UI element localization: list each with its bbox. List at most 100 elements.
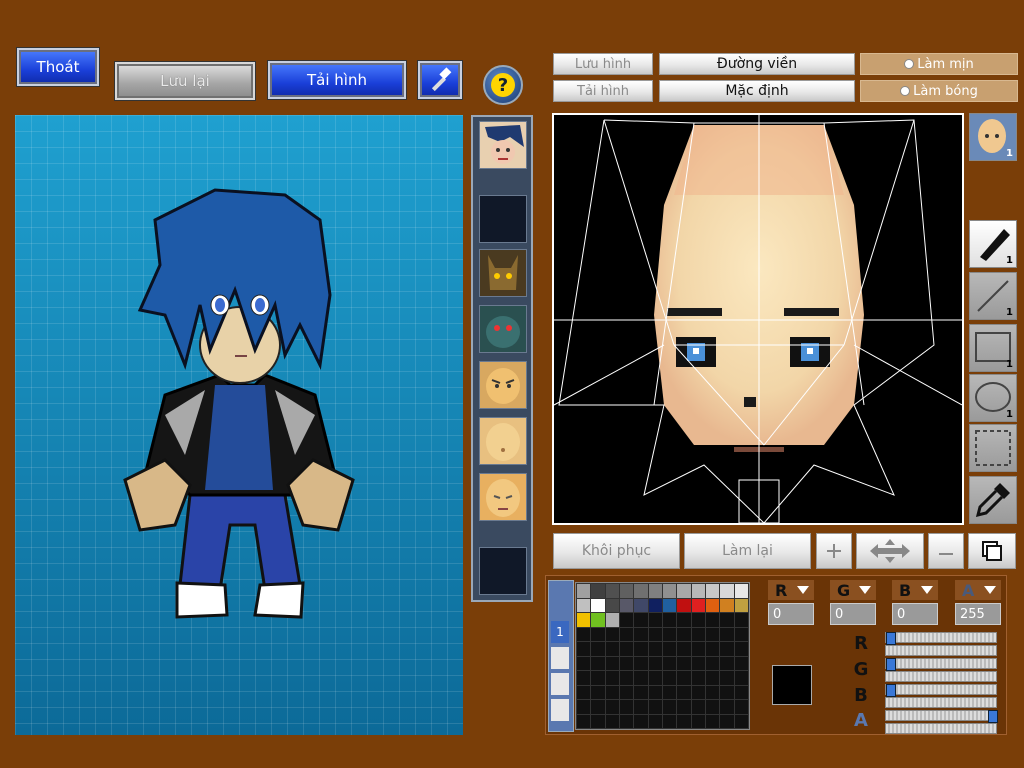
palette-color-cell[interactable] bbox=[647, 597, 664, 613]
pen-tool[interactable]: 1 bbox=[969, 220, 1017, 268]
alpha-value-input[interactable]: 255 bbox=[955, 603, 1001, 625]
palette-color-cell[interactable] bbox=[704, 699, 721, 715]
alpha-slider[interactable] bbox=[885, 710, 998, 723]
palette-color-cell[interactable] bbox=[690, 626, 707, 642]
palette-color-cell[interactable] bbox=[733, 655, 750, 671]
outline-button[interactable]: Đường viền bbox=[659, 53, 855, 75]
palette-color-cell[interactable] bbox=[719, 612, 735, 628]
palette-color-cell[interactable] bbox=[719, 597, 735, 613]
smooth-radio[interactable]: Làm mịn bbox=[860, 53, 1018, 75]
palette-color-cell[interactable] bbox=[704, 626, 721, 642]
palette-color-cell[interactable] bbox=[661, 713, 678, 729]
red-channel-dropdown[interactable]: R bbox=[768, 580, 814, 600]
palette-color-cell[interactable] bbox=[676, 597, 692, 613]
red-slider-knob[interactable] bbox=[886, 632, 896, 645]
palette-color-cell[interactable] bbox=[633, 699, 649, 715]
face-slot-angry[interactable] bbox=[479, 361, 527, 409]
palette-color-cell[interactable] bbox=[590, 713, 606, 729]
palette-color-cell[interactable] bbox=[633, 655, 649, 671]
face-editor-canvas[interactable] bbox=[552, 113, 964, 525]
red-value-input[interactable]: 0 bbox=[768, 603, 814, 625]
alpha-channel-dropdown[interactable]: A bbox=[955, 580, 1001, 600]
palette-color-cell[interactable] bbox=[690, 597, 707, 613]
rectangle-tool[interactable]: 1 bbox=[969, 324, 1017, 372]
load-image-button[interactable]: Tải hình bbox=[553, 80, 653, 102]
red-slider-2[interactable] bbox=[885, 645, 997, 656]
palette-color-cell[interactable] bbox=[733, 583, 750, 599]
default-button[interactable]: Mặc định bbox=[659, 80, 855, 102]
alpha-slider-2[interactable] bbox=[885, 723, 997, 734]
palette-color-cell[interactable] bbox=[604, 699, 621, 715]
palette-color-cell[interactable] bbox=[704, 612, 721, 628]
palette-color-cell[interactable] bbox=[661, 626, 678, 642]
palette-color-cell[interactable] bbox=[618, 713, 635, 729]
palette-color-cell[interactable] bbox=[719, 684, 735, 700]
palette-color-cell[interactable] bbox=[604, 597, 621, 613]
palette-color-cell[interactable] bbox=[661, 670, 678, 686]
palette-color-cell[interactable] bbox=[647, 655, 664, 671]
palette-color-cell[interactable] bbox=[633, 670, 649, 686]
palette-color-cell[interactable] bbox=[647, 583, 664, 599]
palette-color-cell[interactable] bbox=[575, 670, 592, 686]
palette-color-cell[interactable] bbox=[690, 641, 707, 657]
palette-color-cell[interactable] bbox=[618, 670, 635, 686]
palette-color-cell[interactable] bbox=[633, 583, 649, 599]
palette-color-cell[interactable] bbox=[647, 641, 664, 657]
palette-color-cell[interactable] bbox=[676, 641, 692, 657]
palette-color-cell[interactable] bbox=[604, 713, 621, 729]
load-button[interactable]: Tải hình bbox=[268, 61, 406, 99]
face-slot-monster[interactable] bbox=[479, 249, 527, 297]
layer-button[interactable] bbox=[968, 533, 1016, 569]
palette-color-cell[interactable] bbox=[590, 684, 606, 700]
green-slider-knob[interactable] bbox=[886, 658, 896, 671]
palette-color-cell[interactable] bbox=[676, 655, 692, 671]
palette-color-cell[interactable] bbox=[575, 612, 592, 628]
green-slider[interactable] bbox=[885, 658, 997, 671]
palette-color-cell[interactable] bbox=[690, 583, 707, 599]
ellipse-tool[interactable]: 1 bbox=[969, 374, 1017, 422]
help-button[interactable]: ? bbox=[483, 65, 523, 105]
palette-color-cell[interactable] bbox=[690, 684, 707, 700]
palette-color-cell[interactable] bbox=[661, 597, 678, 613]
palette-color-cell[interactable] bbox=[575, 713, 592, 729]
save-button[interactable]: Lưu lại bbox=[115, 62, 255, 100]
face-slot-plain[interactable] bbox=[479, 417, 527, 465]
face-slot-empty-2[interactable] bbox=[479, 547, 527, 595]
palette-color-cell[interactable] bbox=[719, 670, 735, 686]
palette-color-cell[interactable] bbox=[690, 655, 707, 671]
palette-color-cell[interactable] bbox=[618, 626, 635, 642]
palette-color-cell[interactable] bbox=[590, 641, 606, 657]
palette-color-cell[interactable] bbox=[690, 699, 707, 715]
palette-color-cell[interactable] bbox=[647, 699, 664, 715]
redo-button[interactable]: Làm lại bbox=[684, 533, 811, 569]
palette-color-cell[interactable] bbox=[575, 597, 592, 613]
palette-color-cell[interactable] bbox=[733, 713, 750, 729]
blue-slider-knob[interactable] bbox=[886, 684, 896, 697]
palette-color-cell[interactable] bbox=[676, 583, 692, 599]
palette-color-cell[interactable] bbox=[733, 684, 750, 700]
face-slot-goblin[interactable] bbox=[479, 305, 527, 353]
palette-color-cell[interactable] bbox=[590, 583, 606, 599]
green-slider-2[interactable] bbox=[885, 671, 997, 682]
palette-color-cell[interactable] bbox=[590, 670, 606, 686]
palette-color-cell[interactable] bbox=[618, 655, 635, 671]
palette-color-cell[interactable] bbox=[647, 612, 664, 628]
palette-color-cell[interactable] bbox=[575, 641, 592, 657]
palette-color-cell[interactable] bbox=[633, 626, 649, 642]
palette-color-cell[interactable] bbox=[604, 655, 621, 671]
palette-color-cell[interactable] bbox=[604, 670, 621, 686]
palette-color-cell[interactable] bbox=[719, 655, 735, 671]
select-tool[interactable] bbox=[969, 424, 1017, 472]
palette-color-cell[interactable] bbox=[704, 583, 721, 599]
add-button[interactable] bbox=[816, 533, 852, 569]
palette-color-cell[interactable] bbox=[733, 597, 750, 613]
palette-color-cell[interactable] bbox=[604, 583, 621, 599]
palette-color-cell[interactable] bbox=[618, 641, 635, 657]
palette-tab[interactable] bbox=[551, 699, 569, 721]
blue-value-input[interactable]: 0 bbox=[892, 603, 938, 625]
palette-color-cell[interactable] bbox=[618, 612, 635, 628]
hammer-button[interactable] bbox=[418, 61, 462, 99]
palette-grid[interactable] bbox=[575, 582, 750, 730]
face-slot-sad[interactable] bbox=[479, 473, 527, 521]
palette-color-cell[interactable] bbox=[590, 597, 606, 613]
